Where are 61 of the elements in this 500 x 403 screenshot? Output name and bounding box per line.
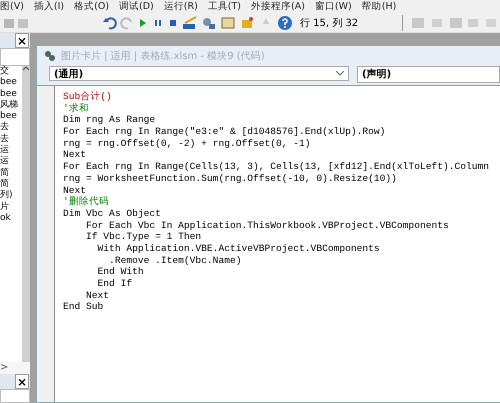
help-icon[interactable]	[277, 14, 293, 30]
menu-item[interactable]: 格式(O)	[74, 0, 110, 13]
code-line: With Application.VBE.ActiveVBProject.VBComponents	[96, 242, 381, 255]
code-line: Next	[63, 184, 88, 196]
cursor-position: 行 15, 列 32	[300, 16, 360, 30]
project-explorer-icon[interactable]	[201, 16, 217, 30]
object-browser-icon[interactable]	[239, 16, 255, 30]
menu-item[interactable]: 窗口(W)	[314, 0, 352, 13]
code-line: '求和	[63, 102, 90, 114]
procedure-dropdown[interactable]: (声明)	[357, 66, 500, 83]
menu-item[interactable]: 运行(R)	[164, 0, 198, 13]
code-line: Dim Vbc As Object	[63, 208, 162, 220]
tree-item[interactable]: 风梯	[0, 100, 18, 112]
scrollbar[interactable]	[22, 66, 30, 362]
menu-item[interactable]: 调试(D)	[119, 0, 154, 13]
code-line: Dim rng As Range	[63, 114, 156, 126]
code-line: End With	[96, 266, 145, 278]
menu-item[interactable]: 帮助(H)	[362, 0, 396, 13]
code-line: If Vbc.Type = 1 Then	[85, 231, 202, 243]
code-line: For Each Vbc In Application.ThisWorkbook.VBProject.VBComponents	[85, 220, 450, 232]
menu-item[interactable]: 插入(I)	[34, 0, 64, 13]
menu-item[interactable]: 工具(T)	[208, 0, 241, 13]
code-line: Next	[85, 290, 110, 302]
code-line: rng = rng.Offset(0, -2) + rng.Offset(0, -1)	[63, 138, 312, 150]
chevron-down-icon[interactable]	[336, 71, 344, 76]
code-line: End If	[96, 278, 134, 290]
close-button[interactable]: ×	[14, 374, 29, 389]
expand-arrow[interactable]: >	[0, 362, 30, 374]
tree-item[interactable]: 运	[0, 156, 9, 168]
code-line: For Each rng In Range("e3:e" & [d1048576].End(xlUp).Row)	[63, 126, 386, 138]
window-title: 图片卡片 | 适用 | 表格练.xlsm - 模块9 (代码)	[61, 50, 265, 63]
dropdown[interactable]	[0, 389, 30, 403]
tree-item[interactable]: 去	[0, 134, 9, 146]
code-line: .Remove .Item(Vbc.Name)	[108, 254, 242, 266]
object-dropdown[interactable]: (通用)	[49, 66, 349, 81]
toolbar-handle[interactable]	[402, 14, 403, 30]
tree-item[interactable]: 运	[0, 145, 9, 156]
tree-item[interactable]: bee	[0, 88, 17, 100]
undo-icon[interactable]	[103, 16, 117, 30]
code-line: '删除代码	[63, 196, 110, 208]
code-line: rng = WorksheetFunction.Sum(rng.Offset(-10, 0).Resize(10))	[63, 172, 398, 184]
tree-item[interactable]: bee	[0, 111, 17, 122]
tree-item[interactable]: 列)	[0, 190, 13, 202]
code-line: End Sub	[63, 301, 104, 314]
tree-item[interactable]: ok	[0, 212, 11, 224]
tree-item[interactable]: 去	[0, 122, 9, 134]
scroll-up-icon[interactable]	[23, 66, 29, 71]
tree-item[interactable]: 交	[0, 66, 9, 78]
tree-item[interactable]: bee	[0, 77, 17, 89]
menu-item[interactable]: 图(V)	[0, 0, 24, 13]
menu-item[interactable]: 外接程序(A)	[251, 0, 305, 13]
properties-icon[interactable]	[220, 16, 236, 30]
code-line: Sub合计()	[63, 91, 113, 103]
design-mode-icon[interactable]	[182, 16, 198, 30]
code-line: For Each rng In Range(Cells(13, 3), Cells(13, [xfd12].End(xlToLeft).Column	[63, 161, 490, 173]
code-line: Next	[63, 149, 86, 162]
tree-item[interactable]: 简	[0, 178, 9, 190]
module-icon	[43, 49, 57, 63]
close-button[interactable]: ×	[14, 33, 29, 48]
tree-item[interactable]: 简	[0, 168, 9, 179]
tree-item[interactable]: 片	[0, 202, 9, 213]
